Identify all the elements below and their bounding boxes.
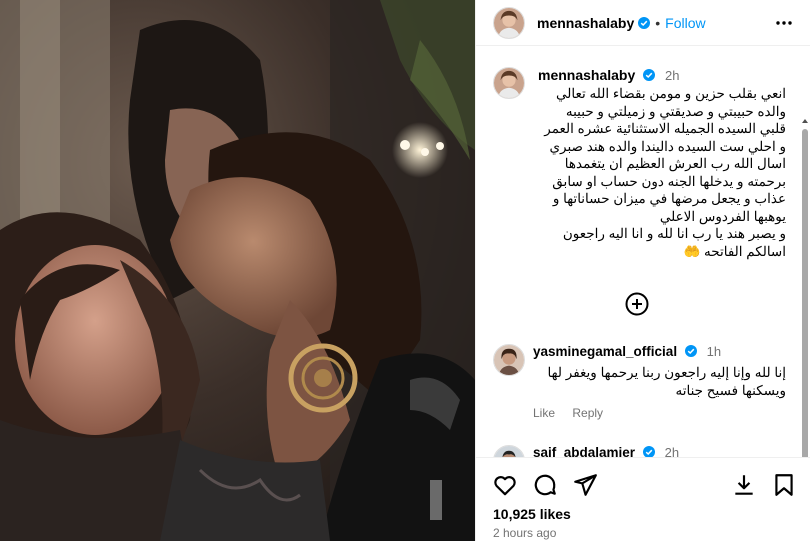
comment-icon[interactable] bbox=[532, 472, 558, 498]
reply-button[interactable]: Reply bbox=[572, 406, 603, 420]
caption-line: عذاب و يجعل مرضها في ميزان حساناتها و bbox=[552, 191, 786, 206]
comment-time[interactable]: 1h bbox=[707, 344, 721, 359]
caption-line: يوهبها الفردوس الاعلي bbox=[659, 208, 786, 224]
send-icon[interactable] bbox=[572, 472, 598, 498]
likes-count[interactable]: 10,925 likes bbox=[493, 506, 571, 522]
comment-time[interactable]: 2h bbox=[665, 445, 679, 457]
comment-line: إنا لله وإنا إليه راجعون ربنا يرحمها ويغ… bbox=[547, 365, 786, 380]
commenter-username[interactable]: saif_abdalamier bbox=[533, 445, 635, 457]
follow-button[interactable]: Follow bbox=[665, 15, 705, 31]
post-timestamp[interactable]: 2 hours ago bbox=[493, 526, 556, 540]
caption-line: اسال الله رب العرش العظيم ان يتغمدها bbox=[564, 156, 786, 171]
comments-scrollbar[interactable] bbox=[801, 117, 809, 457]
verified-badge-icon bbox=[638, 16, 651, 29]
caption-line: اسالكم الفاتحه 🤲 bbox=[683, 243, 786, 259]
scroll-up-arrow-icon[interactable] bbox=[801, 117, 809, 125]
caption-line: برحمته و يدخلها الجنه دون حساب او سابق bbox=[552, 173, 786, 189]
comment-line: ويسكنها فسيح جناته bbox=[675, 382, 787, 398]
photo-image bbox=[0, 0, 475, 541]
verified-badge-icon bbox=[642, 446, 655, 457]
commenter-avatar[interactable] bbox=[493, 445, 525, 457]
caption-line: والده حبيبتي و صديقتي و زميلتي و حبيبه bbox=[565, 103, 786, 119]
download-icon[interactable] bbox=[731, 472, 757, 498]
comment-actions: Like Reply bbox=[533, 406, 617, 420]
post-photo[interactable] bbox=[0, 0, 475, 541]
caption-line: انعي بقلب حزين و مومن بقضاء الله تعالي bbox=[556, 86, 786, 101]
caption-line: و احلي ست السيده داليندا والده هند صبري bbox=[549, 138, 786, 154]
comment-item: yasminegamal_official 1h إنا لله وإنا إل… bbox=[493, 344, 793, 434]
author-avatar[interactable] bbox=[493, 6, 525, 39]
post-side-panel: mennashalaby • Follow mennashalaby 2h ان… bbox=[475, 0, 810, 541]
instagram-post-view: mennashalaby • Follow mennashalaby 2h ان… bbox=[0, 0, 810, 541]
caption-time[interactable]: 2h bbox=[665, 68, 679, 83]
more-horizontal-icon[interactable] bbox=[775, 14, 793, 32]
author-username[interactable]: mennashalaby bbox=[537, 15, 634, 31]
comment-header: yasminegamal_official 1h bbox=[533, 344, 721, 359]
comment-item: saif_abdalamier 2h bbox=[493, 445, 793, 457]
comment-text: إنا لله وإنا إليه راجعون ربنا يرحمها ويغ… bbox=[493, 364, 786, 399]
plus-circle-icon[interactable] bbox=[625, 292, 649, 316]
comment-header: saif_abdalamier 2h bbox=[533, 445, 679, 457]
caption-line: قلبي السيده الجميله الاستثنائية عشره الع… bbox=[544, 121, 786, 136]
like-comment-button[interactable]: Like bbox=[533, 406, 555, 420]
post-header: mennashalaby • Follow bbox=[476, 0, 810, 46]
commenter-username[interactable]: yasminegamal_official bbox=[533, 344, 677, 359]
separator-dot: • bbox=[655, 14, 661, 31]
comments-section[interactable]: mennashalaby 2h انعي بقلب حزين و مومن بق… bbox=[476, 47, 810, 457]
heart-icon[interactable] bbox=[492, 472, 518, 498]
bookmark-icon[interactable] bbox=[771, 472, 797, 498]
caption-line: و يصبر هند يا رب انا لله و انا اليه راجع… bbox=[562, 226, 786, 241]
caption-header: mennashalaby 2h bbox=[538, 67, 680, 83]
verified-badge-icon bbox=[643, 69, 656, 81]
verified-badge-icon bbox=[684, 345, 697, 357]
post-actions-bar: 10,925 likes 2 hours ago bbox=[476, 457, 810, 541]
caption-username[interactable]: mennashalaby bbox=[538, 67, 635, 83]
scrollbar-thumb[interactable] bbox=[802, 129, 808, 457]
caption-text: انعي بقلب حزين و مومن بقضاء الله تعالي و… bbox=[493, 85, 786, 260]
